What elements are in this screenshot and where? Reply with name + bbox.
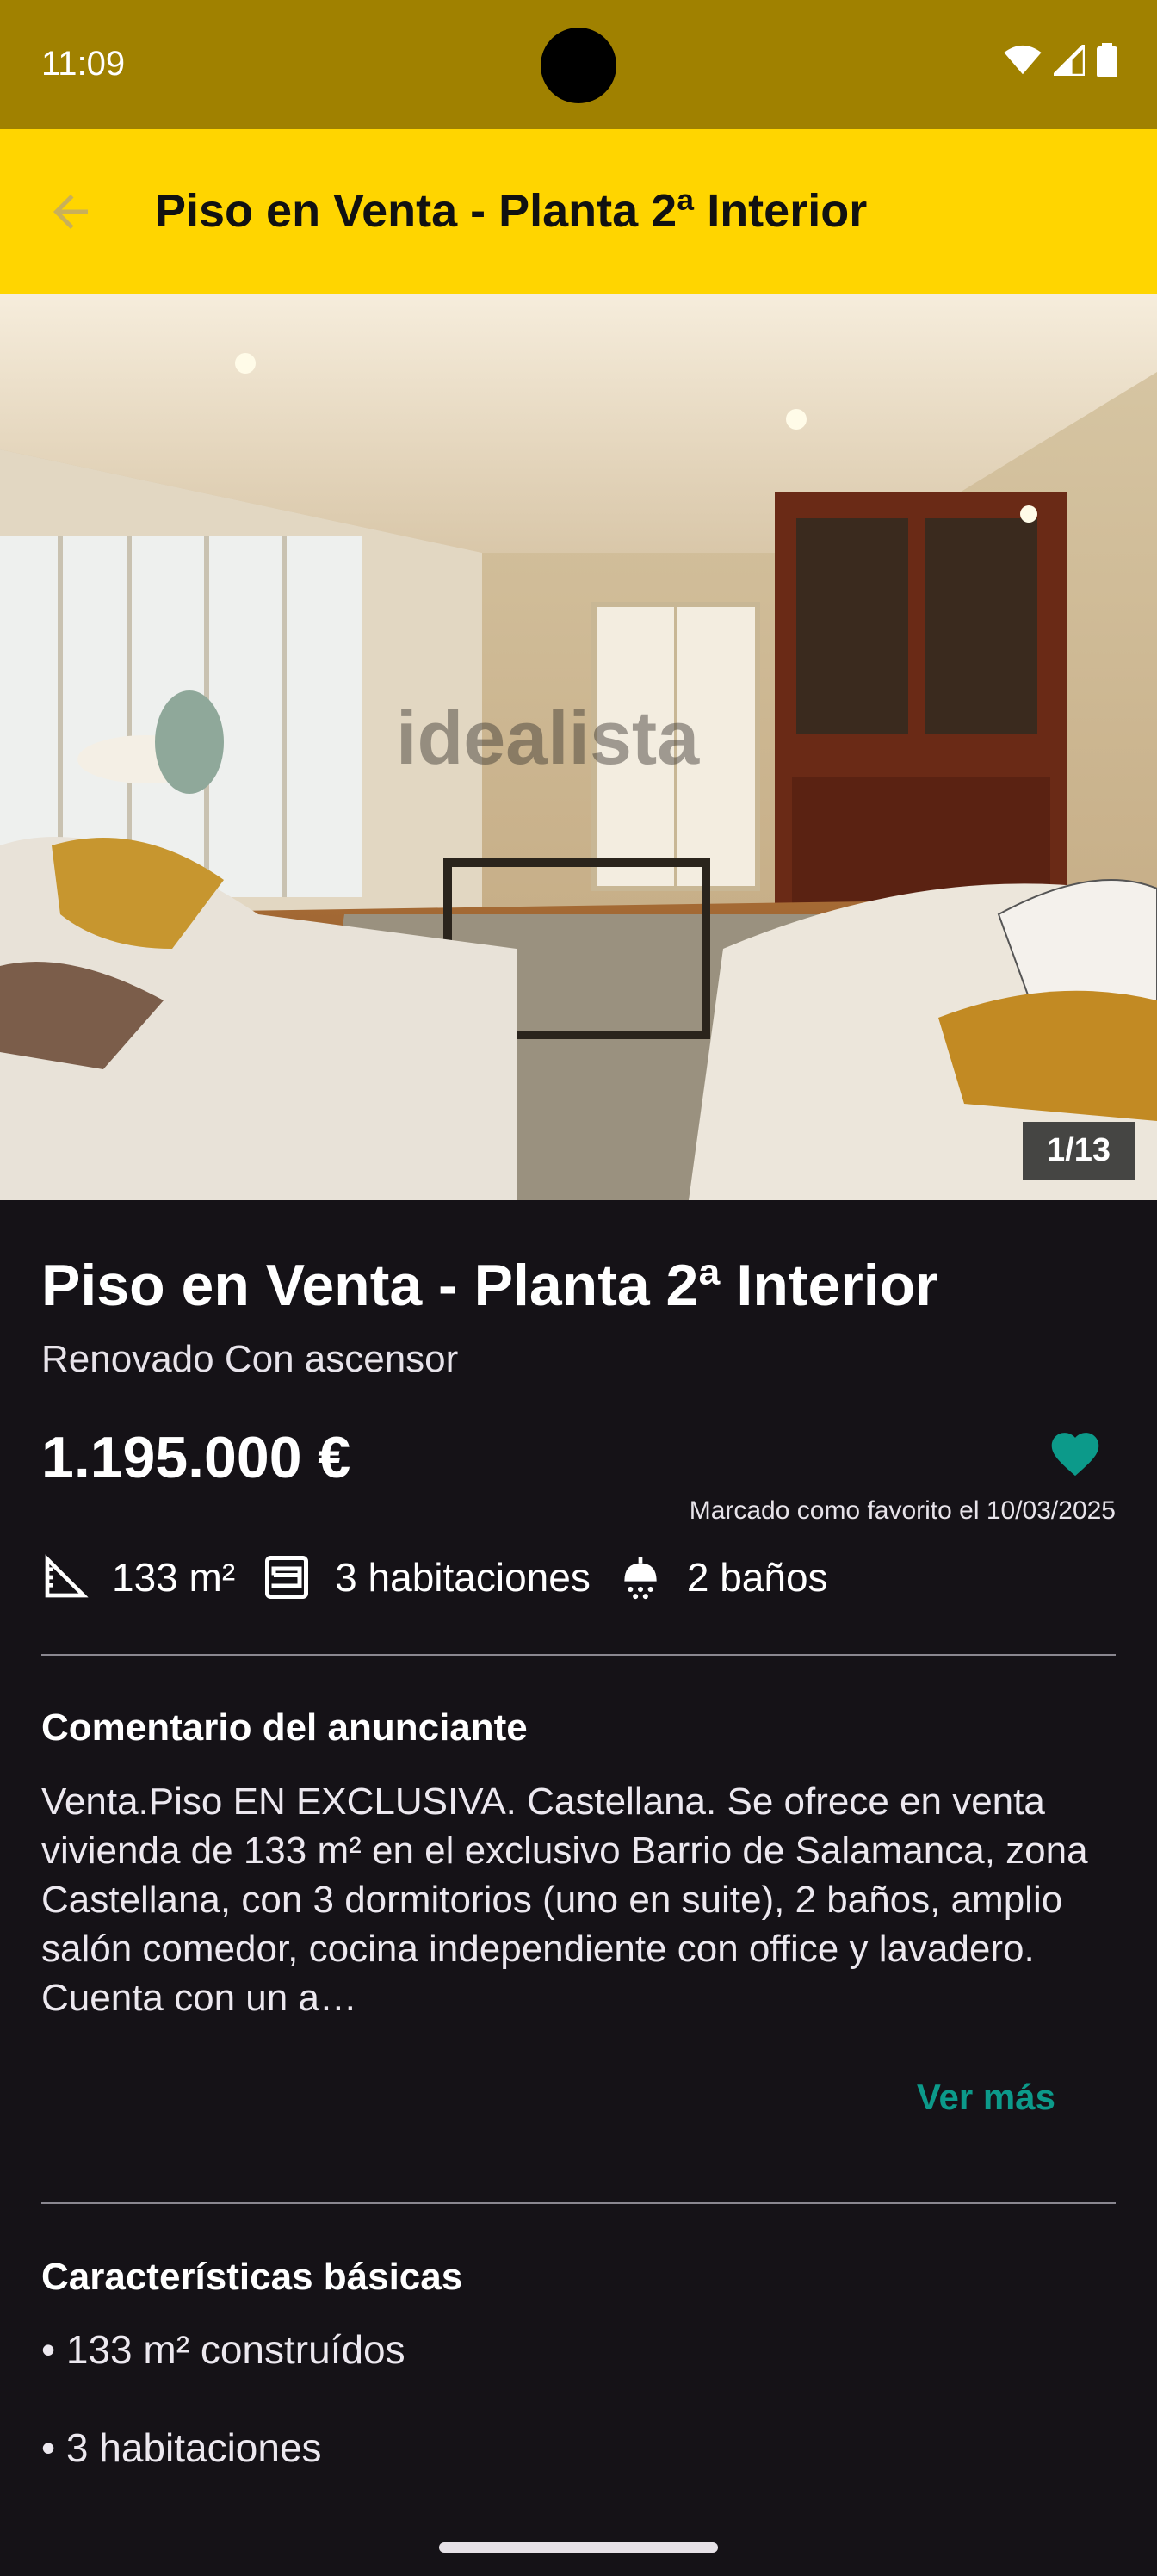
feature-rooms: 3 habitaciones — [261, 1551, 591, 1603]
wifi-icon — [1004, 45, 1042, 75]
feature-baths: 2 baños — [616, 1553, 828, 1601]
property-photo[interactable]: idealista 1/13 — [0, 294, 1157, 1200]
basics-item: • 3 habitaciones — [41, 2425, 322, 2470]
shower-icon — [624, 1557, 657, 1600]
status-time: 11:09 — [41, 45, 126, 83]
comment-body: Venta.Piso EN EXCLUSIVA. Castellana. Se … — [41, 1780, 1088, 2019]
favorite-date: Marcado como favorito el 10/03/2025 — [689, 1496, 1116, 1525]
comment-title: Comentario del anunciante — [41, 1706, 528, 1749]
see-more-link[interactable]: Ver más — [917, 2077, 1055, 2118]
listing-subtitle: Renovado Con ascensor — [41, 1338, 459, 1380]
feature-area: 133 m² — [41, 1553, 235, 1601]
battery-icon — [1097, 43, 1117, 77]
feature-baths-text: 2 baños — [686, 1555, 828, 1600]
status-icons — [1004, 43, 1117, 77]
feature-row: 133 m² 3 habitaciones 2 baños — [41, 1551, 854, 1603]
basics-title: Características básicas — [41, 2256, 463, 2298]
signal-icon — [1054, 45, 1085, 76]
feature-area-text: 133 m² — [112, 1555, 236, 1600]
app-bar: Piso en Venta - Planta 2ª Interior — [0, 129, 1157, 294]
app-bar-title: Piso en Venta - Planta 2ª Interior — [155, 185, 868, 237]
feature-rooms-text: 3 habitaciones — [335, 1555, 591, 1600]
photo-counter: 1/13 — [1023, 1122, 1135, 1180]
listing-title: Piso en Venta - Planta 2ª Interior — [41, 1253, 938, 1318]
area-ruler-icon — [45, 1554, 89, 1598]
camera-cutout — [541, 28, 616, 103]
status-bar: 11:09 — [0, 0, 1157, 129]
listing-price: 1.195.000 € — [41, 1425, 351, 1490]
divider — [41, 2202, 1116, 2204]
divider — [41, 1654, 1116, 1656]
home-indicator[interactable] — [439, 2542, 718, 2553]
heart-icon[interactable] — [1047, 1426, 1104, 1477]
basics-item: • 133 m² construídos — [41, 2327, 405, 2372]
comment-text: Venta.Piso EN EXCLUSIVA. Castellana. Se … — [41, 1777, 1116, 2022]
living-room-photo: idealista — [0, 294, 1157, 1200]
bed-icon — [265, 1556, 309, 1599]
back-arrow-icon[interactable] — [45, 186, 96, 238]
watermark-text: idealista — [396, 695, 700, 780]
